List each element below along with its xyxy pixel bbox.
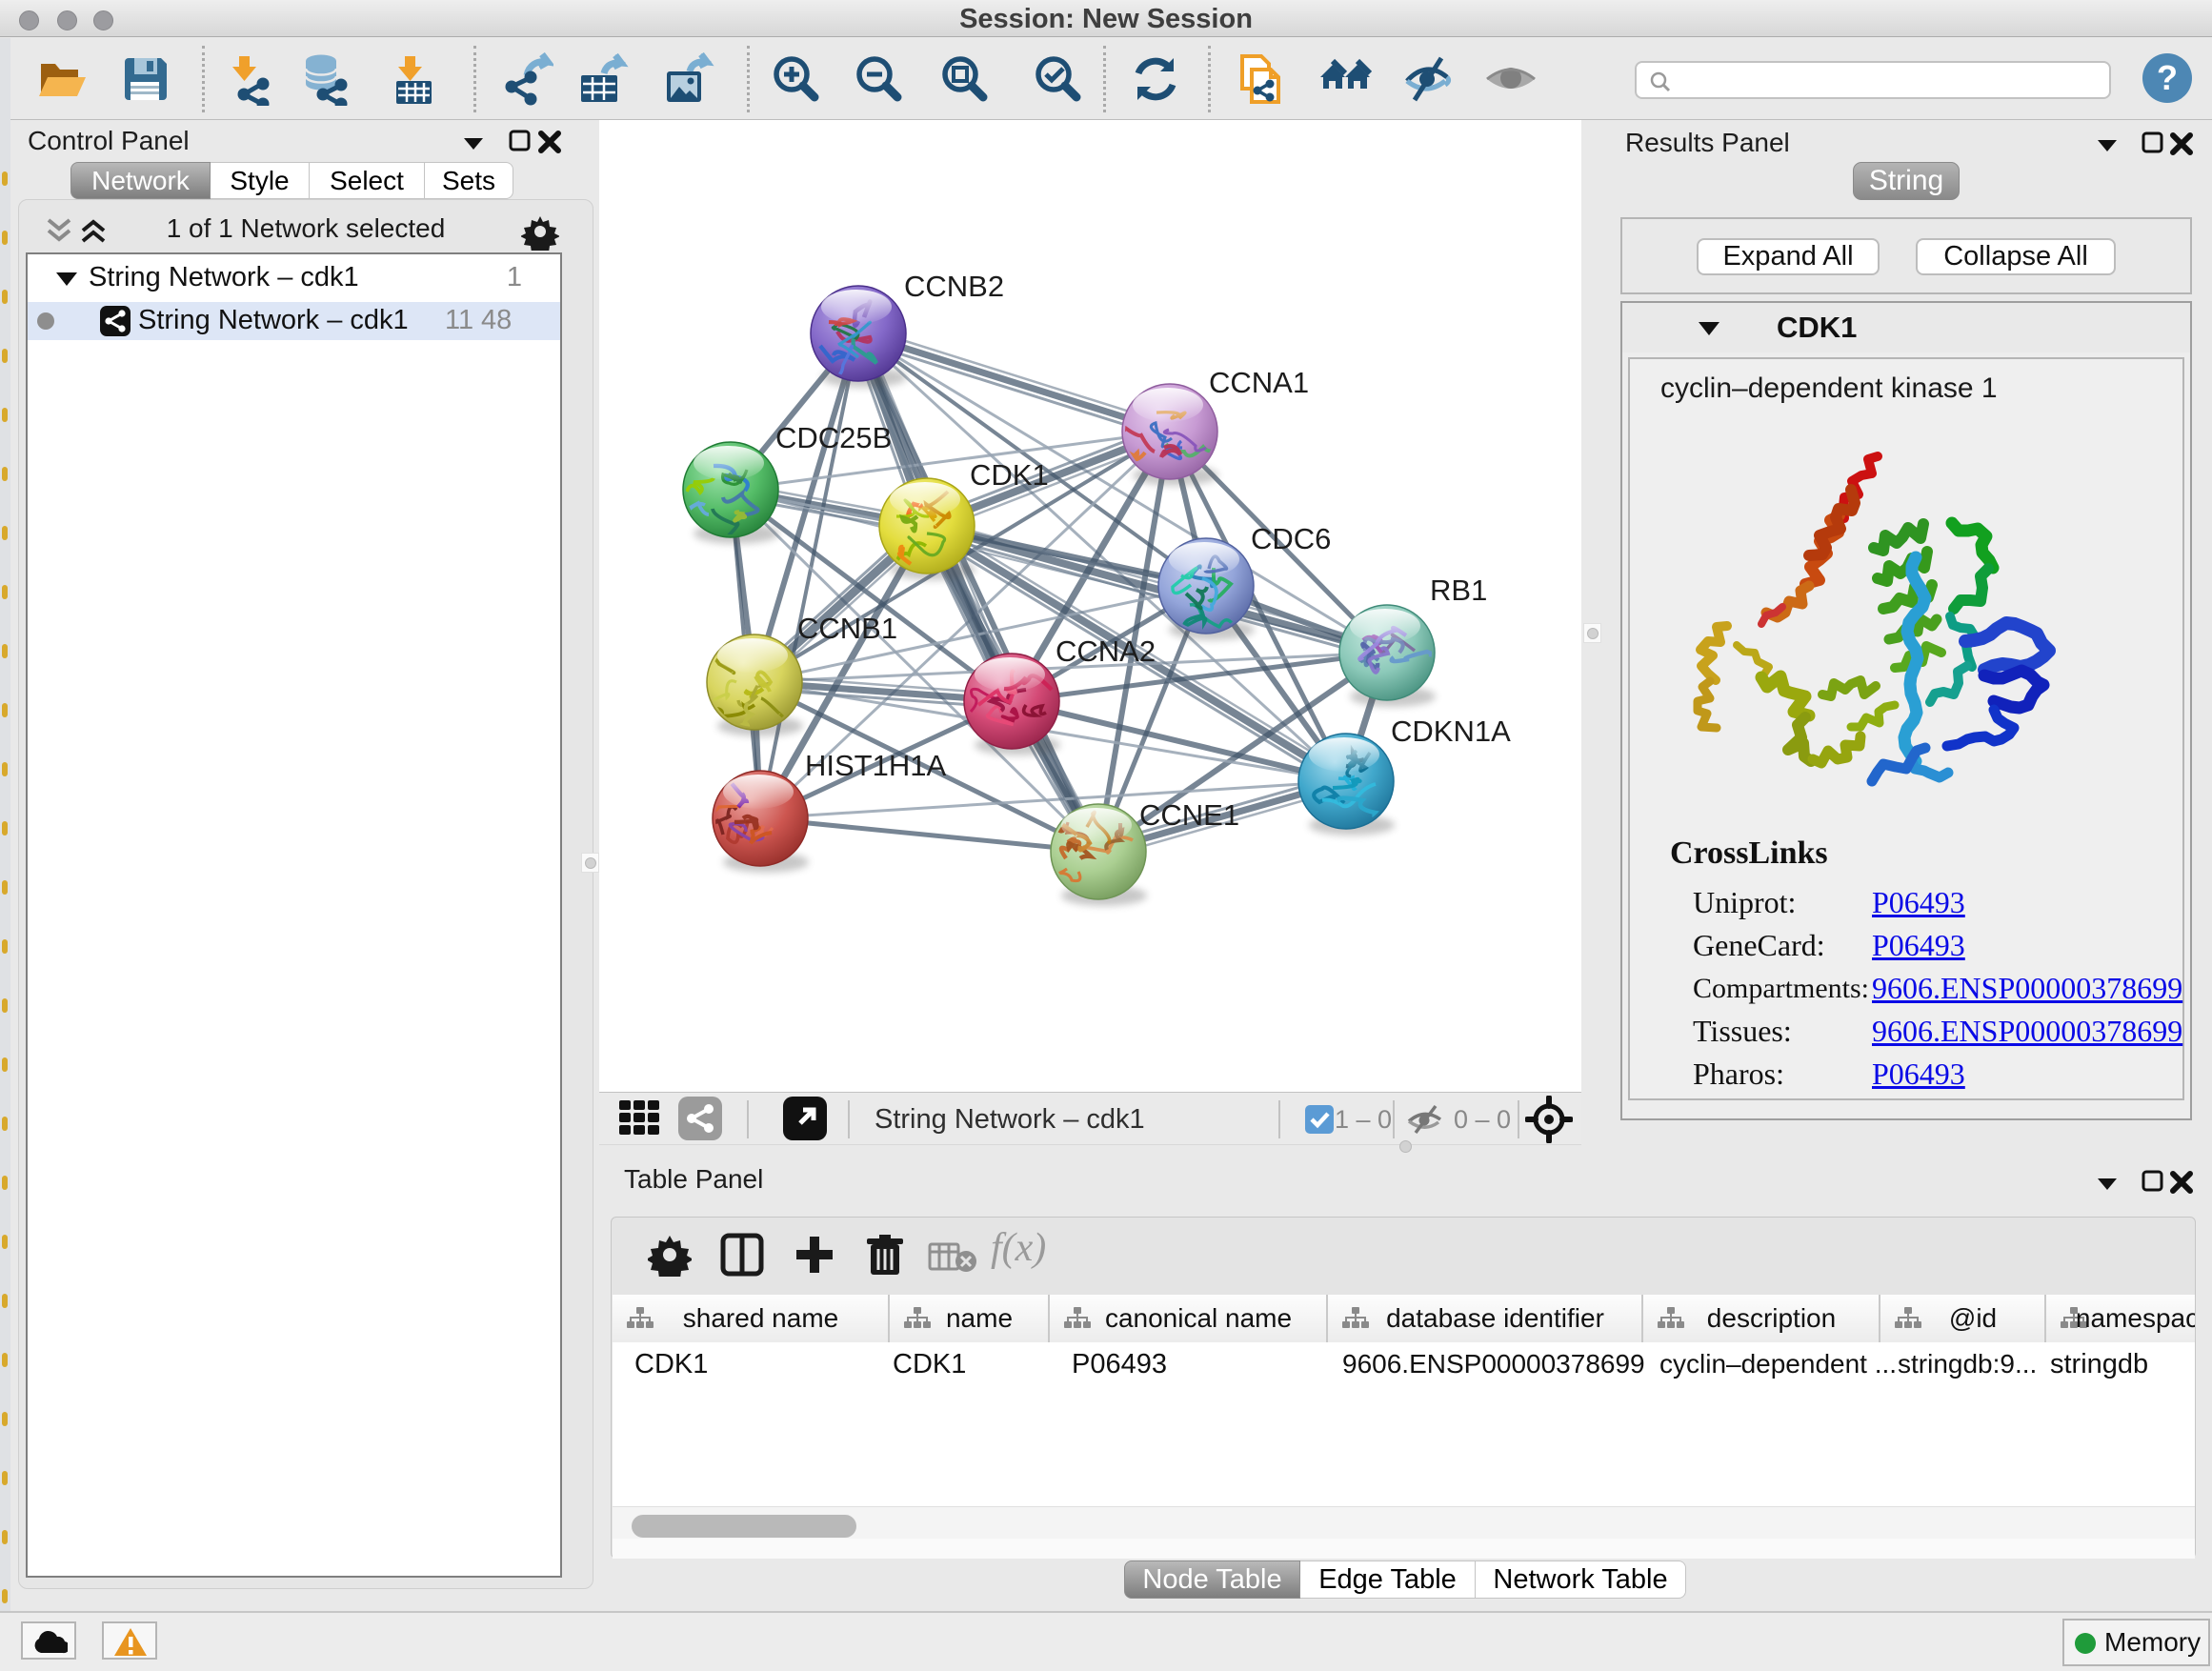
svg-text:CCNB1: CCNB1 xyxy=(797,612,897,645)
svg-text:CCNB2: CCNB2 xyxy=(904,270,1004,303)
svg-text:HIST1H1A: HIST1H1A xyxy=(805,749,946,782)
svg-text:RB1: RB1 xyxy=(1430,574,1487,607)
svg-text:?: ? xyxy=(2157,58,2178,97)
svg-text:CDKN1A: CDKN1A xyxy=(1391,715,1511,748)
svg-text:CDC6: CDC6 xyxy=(1251,522,1331,555)
svg-text:CCNA2: CCNA2 xyxy=(1056,634,1156,668)
svg-text:CCNE1: CCNE1 xyxy=(1139,798,1239,832)
svg-text:CDC25B: CDC25B xyxy=(775,421,892,454)
svg-text:CCNA1: CCNA1 xyxy=(1209,366,1309,399)
svg-text:CDK1: CDK1 xyxy=(970,458,1049,492)
